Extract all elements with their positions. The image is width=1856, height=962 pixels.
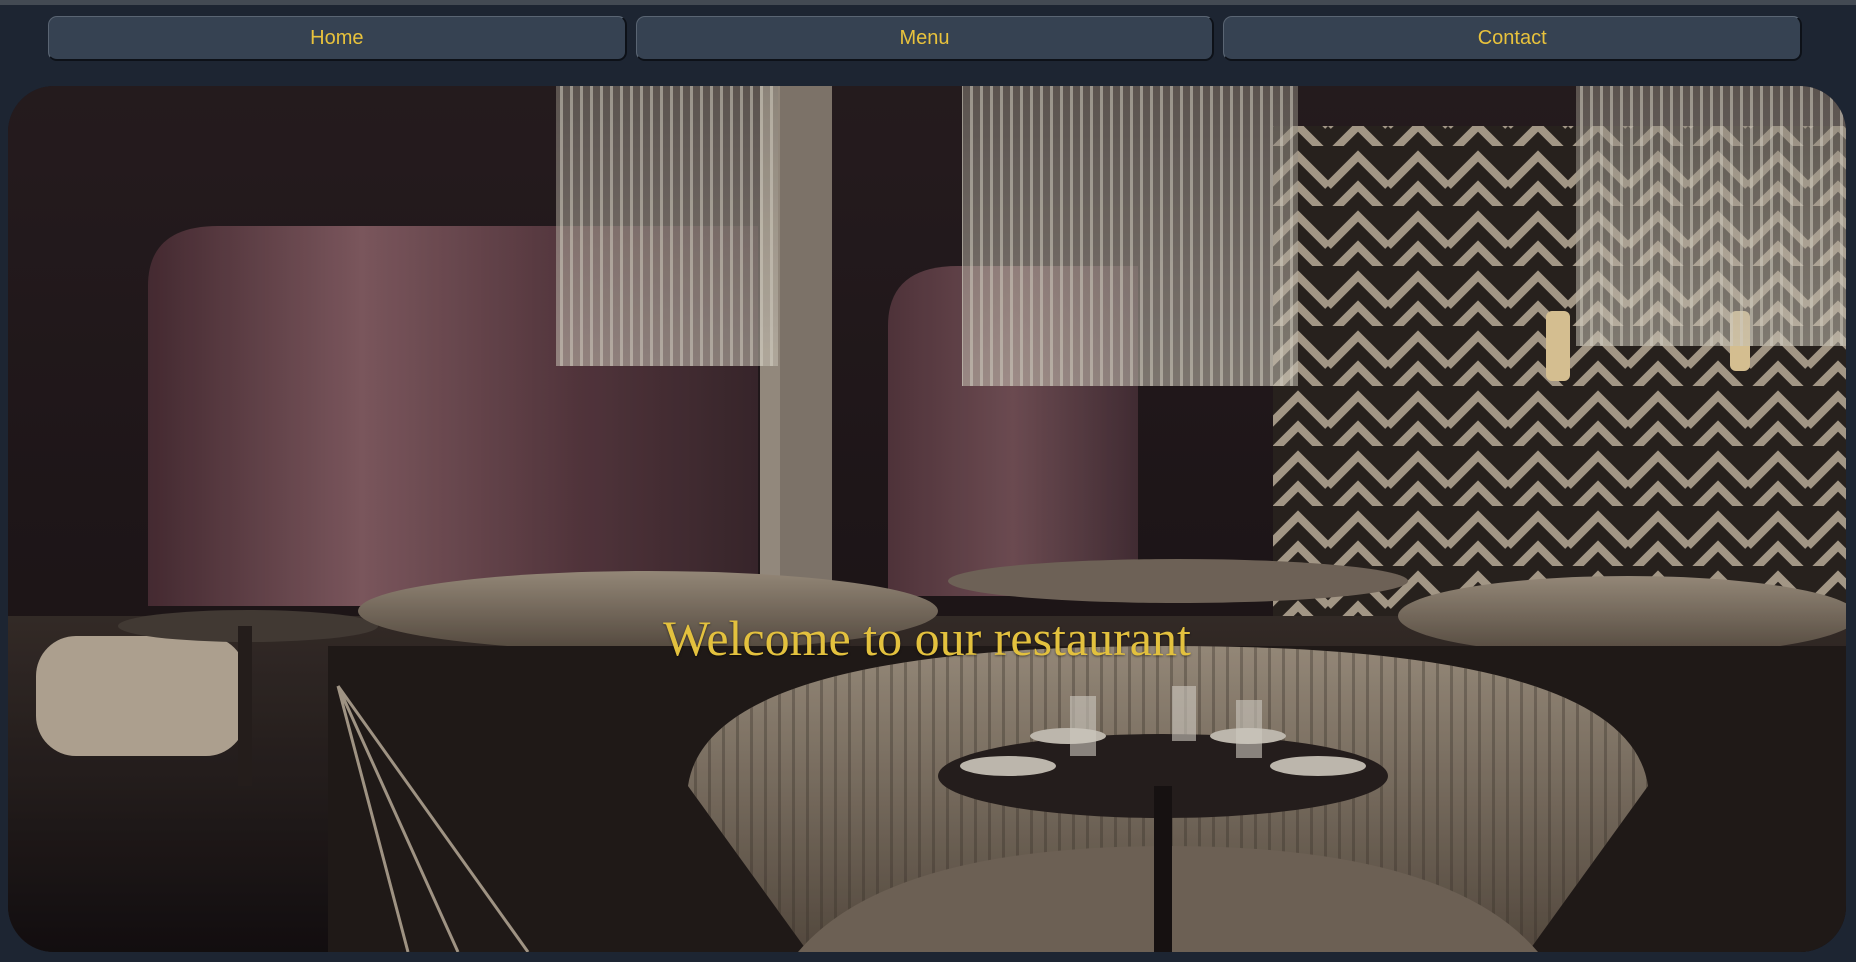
hero-banner: Welcome to our restaurant <box>8 86 1846 952</box>
nav-home-button[interactable]: Home <box>48 16 627 61</box>
top-navigation: Home Menu Contact <box>48 16 1803 63</box>
top-border <box>0 0 1856 5</box>
nav-menu-button[interactable]: Menu <box>635 16 1215 61</box>
nav-contact-button[interactable]: Contact <box>1223 16 1803 61</box>
hero-heading: Welcome to our restaurant <box>663 610 1191 666</box>
restaurant-interior-image <box>8 86 1846 952</box>
